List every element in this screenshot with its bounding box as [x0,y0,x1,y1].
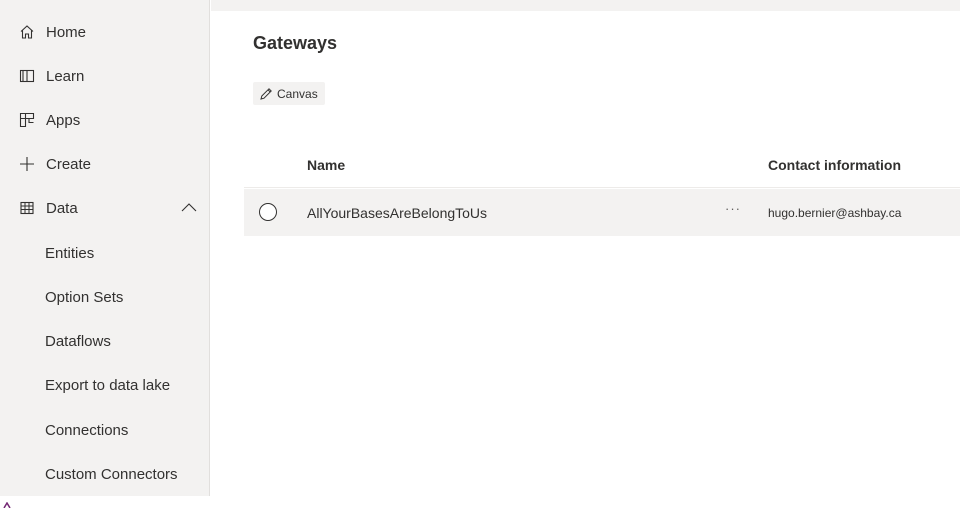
sidebar-item-label: Dataflows [45,332,111,350]
sidebar-item-label: Create [46,155,92,173]
left-navigation: Home Learn Apps Create Data Entities Opt… [0,0,210,508]
chip-label: Canvas [277,86,318,101]
sidebar-item-label: Option Sets [45,288,124,306]
selection-marker-icon [3,502,11,508]
sidebar-item-label: Export to data lake [45,376,171,394]
sidebar-item-custom-connectors[interactable]: Custom Connectors [0,452,210,496]
plus-icon [18,155,36,173]
sidebar-item-home[interactable]: Home [0,10,210,54]
header-divider [244,187,960,188]
sidebar-item-label: Custom Connectors [45,465,178,483]
sidebar-item-label: Connections [45,421,129,439]
more-options-icon[interactable]: ··· [722,202,744,220]
sidebar-item-apps[interactable]: Apps [0,98,210,142]
sidebar-item-label: Entities [45,244,95,262]
book-icon [18,67,36,85]
sidebar-item-label: Apps [46,111,81,129]
home-icon [18,23,36,41]
sidebar-item-label: Home [46,23,87,41]
sidebar-item-option-sets[interactable]: Option Sets [0,275,210,319]
sidebar-item-label: Learn [46,67,85,85]
page-title: Gateways [253,33,338,53]
sidebar-item-label: Data [46,199,78,217]
column-header-contact[interactable]: Contact information [768,157,901,173]
gateway-name-cell[interactable]: AllYourBasesAreBelongToUs [307,205,487,221]
row-select-radio[interactable] [259,203,277,221]
sidebar-item-learn[interactable]: Learn [0,54,210,98]
chevron-up-icon[interactable] [180,199,198,217]
contact-info-cell: hugo.bernier@ashbay.ca [768,206,902,220]
sidebar-item-export-to-data-lake[interactable]: Export to data lake [0,363,210,407]
sidebar-item-create[interactable]: Create [0,142,210,186]
sidebar-item-dataflows[interactable]: Dataflows [0,319,210,363]
sidebar-item-entities[interactable]: Entities [0,231,210,275]
canvas-filter-chip[interactable]: Canvas [253,82,325,105]
sidebar-item-connections[interactable]: Connections [0,408,210,452]
top-bar-strip [211,0,960,11]
column-header-name[interactable]: Name [307,157,345,173]
sidebar-selected-item[interactable] [0,496,210,508]
table-icon [18,199,36,217]
apps-icon [18,111,36,129]
pencil-icon [259,87,273,101]
sidebar-item-data[interactable]: Data [0,186,210,230]
